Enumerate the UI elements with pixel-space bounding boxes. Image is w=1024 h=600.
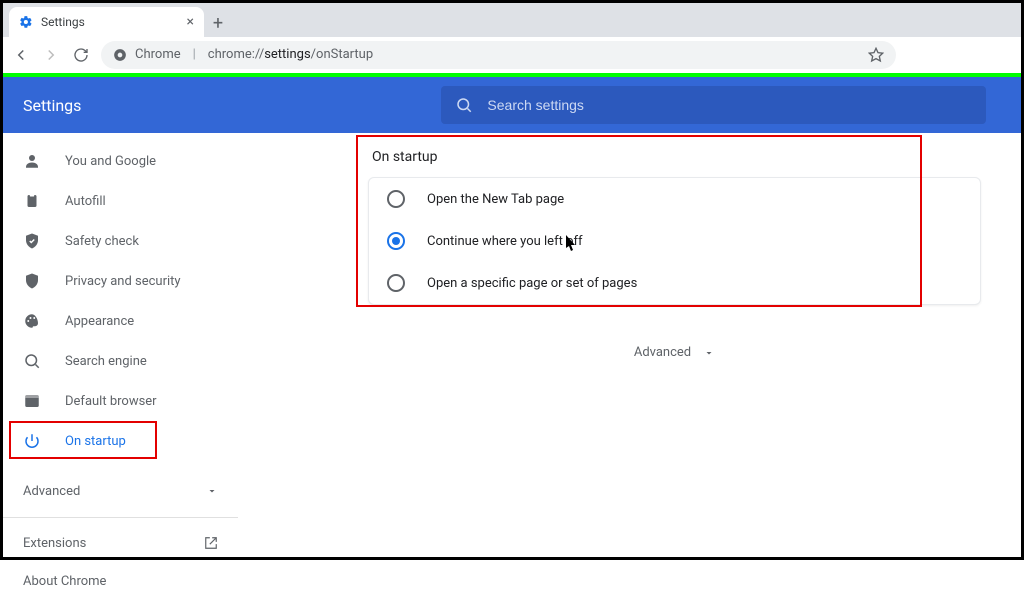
tab-title: Settings bbox=[41, 15, 85, 29]
browser-tab[interactable]: Settings × bbox=[9, 7, 204, 37]
sidebar-about-label: About Chrome bbox=[23, 574, 106, 589]
omnibox-url-bold: settings bbox=[264, 47, 310, 62]
omnibox-url-rest: /onStartup bbox=[311, 47, 373, 62]
sidebar-item-label: Safety check bbox=[65, 234, 139, 249]
omnibox-url-prefix: chrome:// bbox=[208, 47, 264, 62]
sidebar-item-appearance[interactable]: Appearance bbox=[3, 301, 238, 341]
gear-icon bbox=[19, 15, 33, 29]
chevron-down-icon bbox=[703, 347, 715, 359]
sidebar-item-label: On startup bbox=[65, 434, 126, 449]
sidebar-extensions[interactable]: Extensions bbox=[3, 524, 238, 562]
startup-option-label: Continue where you left off bbox=[427, 234, 583, 249]
browser-toolbar: Chrome | chrome://settings/onStartup bbox=[3, 37, 1021, 73]
open-external-icon bbox=[204, 536, 218, 550]
sidebar-item-on-startup[interactable]: On startup bbox=[3, 421, 238, 461]
sidebar-item-label: Appearance bbox=[65, 314, 134, 329]
chrome-icon bbox=[113, 48, 127, 62]
clipboard-icon bbox=[23, 192, 43, 210]
sidebar-item-label: Privacy and security bbox=[65, 274, 181, 289]
sidebar-item-label: Autofill bbox=[65, 194, 106, 209]
settings-header: Settings bbox=[3, 77, 1021, 133]
section-title: On startup bbox=[372, 149, 981, 165]
person-icon bbox=[23, 152, 43, 170]
sidebar-item-privacy-security[interactable]: Privacy and security bbox=[3, 261, 238, 301]
back-button[interactable] bbox=[11, 45, 31, 65]
new-tab-button[interactable]: + bbox=[204, 9, 232, 37]
shield-check-icon bbox=[23, 232, 43, 250]
sidebar-item-label: Search engine bbox=[65, 354, 147, 369]
sidebar-extensions-label: Extensions bbox=[23, 536, 86, 551]
startup-options-card: Open the New Tab page Continue where you… bbox=[368, 177, 981, 305]
sidebar-item-label: Default browser bbox=[65, 394, 157, 409]
startup-option-new-tab[interactable]: Open the New Tab page bbox=[369, 178, 980, 220]
forward-button[interactable] bbox=[41, 45, 61, 65]
omnibox-chrome-label: Chrome bbox=[135, 47, 181, 62]
sidebar-item-safety-check[interactable]: Safety check bbox=[3, 221, 238, 261]
address-bar[interactable]: Chrome | chrome://settings/onStartup bbox=[101, 41, 896, 69]
omnibox-separator: | bbox=[193, 47, 196, 62]
sidebar-about-chrome[interactable]: About Chrome bbox=[3, 562, 238, 600]
search-settings-input[interactable] bbox=[487, 97, 972, 113]
startup-option-label: Open a specific page or set of pages bbox=[427, 276, 637, 291]
close-icon[interactable]: × bbox=[187, 14, 194, 30]
sidebar-item-you-and-google[interactable]: You and Google bbox=[3, 141, 238, 181]
search-icon bbox=[23, 352, 43, 370]
search-settings-field[interactable] bbox=[441, 86, 986, 124]
settings-main: You and Google Autofill Safety check Pri… bbox=[3, 133, 1021, 557]
sidebar-advanced-toggle[interactable]: Advanced bbox=[3, 471, 238, 511]
power-icon bbox=[23, 432, 43, 450]
reload-button[interactable] bbox=[71, 45, 91, 65]
radio-icon bbox=[387, 190, 405, 208]
content-advanced-label: Advanced bbox=[634, 345, 691, 360]
shield-icon bbox=[23, 272, 43, 290]
browser-icon bbox=[23, 392, 43, 410]
sidebar-item-default-browser[interactable]: Default browser bbox=[3, 381, 238, 421]
sidebar-advanced-label: Advanced bbox=[23, 484, 80, 499]
radio-icon bbox=[387, 274, 405, 292]
page-title: Settings bbox=[23, 96, 81, 115]
search-icon bbox=[455, 96, 473, 114]
startup-option-label: Open the New Tab page bbox=[427, 192, 564, 207]
startup-option-specific-pages[interactable]: Open a specific page or set of pages bbox=[369, 262, 980, 304]
startup-option-continue[interactable]: Continue where you left off bbox=[369, 220, 980, 262]
radio-checked-icon bbox=[387, 232, 405, 250]
sidebar: You and Google Autofill Safety check Pri… bbox=[3, 133, 238, 557]
settings-content: On startup Open the New Tab page Continu… bbox=[238, 133, 1021, 557]
paint-icon bbox=[23, 312, 43, 330]
content-advanced-toggle[interactable]: Advanced bbox=[368, 345, 981, 360]
chevron-down-icon bbox=[206, 485, 218, 497]
bookmark-star-icon[interactable] bbox=[868, 47, 884, 63]
sidebar-divider bbox=[3, 517, 238, 518]
sidebar-item-label: You and Google bbox=[65, 154, 156, 169]
sidebar-item-search-engine[interactable]: Search engine bbox=[3, 341, 238, 381]
sidebar-item-autofill[interactable]: Autofill bbox=[3, 181, 238, 221]
browser-tab-strip: Settings × + bbox=[3, 3, 1021, 37]
